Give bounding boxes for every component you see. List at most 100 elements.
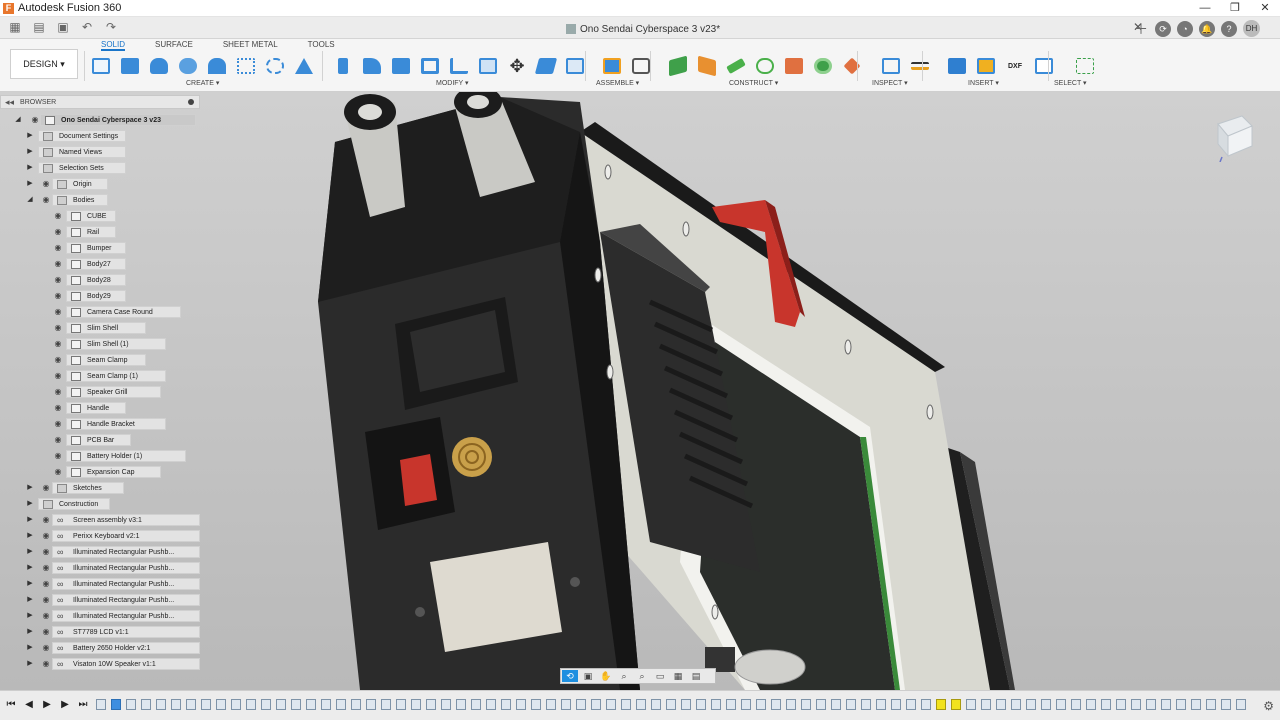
tree-component-4[interactable]: ▶ ◉ ∞ Illuminated Rectangular Pushb...: [0, 578, 200, 590]
display-settings-icon[interactable]: ▭: [652, 670, 668, 682]
new-tab-icon[interactable]: ＋: [1133, 21, 1149, 37]
job-status-icon[interactable]: ◔: [1177, 20, 1193, 37]
expand-arrow-icon[interactable]: ▶: [26, 164, 34, 172]
tree-root[interactable]: ◢ ◉ Ono Sendai Cyberspace 3 v23: [0, 114, 200, 126]
tree-item-label-chip[interactable]: ∞ Illuminated Rectangular Pushb...: [52, 610, 200, 622]
scale-icon[interactable]: [475, 55, 501, 77]
tree-item-label-chip[interactable]: Seam Clamp: [66, 354, 146, 366]
timeline-feature-icon[interactable]: [441, 699, 451, 710]
axis-icon[interactable]: [723, 55, 749, 77]
timeline-feature-icon[interactable]: [936, 699, 946, 710]
tree-component-0[interactable]: ▶ ◉ ∞ Screen assembly v3:1: [0, 514, 200, 526]
measure-icon[interactable]: [878, 55, 904, 77]
tree-body-1[interactable]: ◉ Rail: [0, 226, 200, 238]
tree-folder-origin[interactable]: ▶ ◉ Origin: [0, 178, 200, 190]
timeline-feature-icon[interactable]: [666, 699, 676, 710]
tree-folder-selection-sets[interactable]: ▶ Selection Sets: [0, 162, 200, 174]
tree-item-label-chip[interactable]: Camera Case Round: [66, 306, 181, 318]
visibility-eye-icon[interactable]: ◉: [30, 116, 40, 124]
visibility-eye-icon[interactable]: ◉: [41, 612, 51, 620]
tree-body-14[interactable]: ◉ PCB Bar: [0, 434, 200, 446]
tree-item-label-chip[interactable]: Rail: [66, 226, 116, 238]
visibility-eye-icon[interactable]: ◉: [41, 548, 51, 556]
timeline-feature-icon[interactable]: [426, 699, 436, 710]
tab-solid[interactable]: SOLID: [101, 39, 126, 51]
tree-item-label-chip[interactable]: Ono Sendai Cyberspace 3 v23: [40, 114, 196, 126]
timeline-feature-icon[interactable]: [171, 699, 181, 710]
tree-folder-sketches[interactable]: ▶ ◉ Sketches: [0, 482, 200, 494]
tree-body-12[interactable]: ◉ Handle: [0, 402, 200, 414]
tree-item-label-chip[interactable]: ∞ Battery 2650 Holder v2:1: [52, 642, 200, 654]
timeline-feature-icon[interactable]: [951, 699, 961, 710]
inspect-menu[interactable]: INSPECT ▾: [872, 79, 908, 87]
user-avatar[interactable]: DH: [1243, 20, 1260, 37]
visibility-eye-icon[interactable]: ◉: [41, 196, 51, 204]
grid-settings-icon[interactable]: ▦: [670, 670, 686, 682]
tab-sheet-metal[interactable]: SHEET METAL: [223, 39, 278, 51]
tree-component-3[interactable]: ▶ ◉ ∞ Illuminated Rectangular Pushb...: [0, 562, 200, 574]
timeline-feature-icon[interactable]: [276, 699, 286, 710]
tree-body-13[interactable]: ◉ Handle Bracket: [0, 418, 200, 430]
chamfer-icon[interactable]: [388, 55, 414, 77]
timeline-feature-icon[interactable]: [486, 699, 496, 710]
visibility-eye-icon[interactable]: ◉: [53, 452, 63, 460]
tree-item-label-chip[interactable]: ∞ Illuminated Rectangular Pushb...: [52, 562, 200, 574]
tree-folder-bodies[interactable]: ◢ ◉ Bodies: [0, 194, 200, 206]
expand-arrow-icon[interactable]: ▶: [26, 148, 34, 156]
visibility-eye-icon[interactable]: ◉: [53, 228, 63, 236]
expand-arrow-icon[interactable]: ▶: [26, 180, 34, 188]
tree-item-label-chip[interactable]: Bumper: [66, 242, 126, 254]
offset-plane-icon[interactable]: [665, 55, 691, 77]
timeline-feature-icon[interactable]: [846, 699, 856, 710]
tree-item-label-chip[interactable]: Construction: [38, 498, 110, 510]
visibility-eye-icon[interactable]: ◉: [41, 596, 51, 604]
timeline-feature-icon[interactable]: [246, 699, 256, 710]
tree-component-9[interactable]: ▶ ◉ ∞ Visaton 10W Speaker v1:1: [0, 658, 200, 670]
viewcube[interactable]: [1212, 112, 1256, 163]
timeline-feature-icon[interactable]: [1161, 699, 1171, 710]
zoom-icon[interactable]: ⌕: [616, 670, 632, 682]
visibility-eye-icon[interactable]: ◉: [53, 324, 63, 332]
orbit-icon[interactable]: ⟲: [562, 670, 578, 682]
tree-item-label-chip[interactable]: Seam Clamp (1): [66, 370, 166, 382]
timeline-feature-icon[interactable]: [726, 699, 736, 710]
timeline-feature-icon[interactable]: [906, 699, 916, 710]
tree-component-2[interactable]: ▶ ◉ ∞ Illuminated Rectangular Pushb...: [0, 546, 200, 558]
create-menu[interactable]: CREATE ▾: [186, 79, 219, 87]
timeline-feature-icon[interactable]: [741, 699, 751, 710]
timeline-feature-icon[interactable]: [351, 699, 361, 710]
timeline-feature-icon[interactable]: [621, 699, 631, 710]
timeline-feature-icon[interactable]: [126, 699, 136, 710]
timeline-feature-icon[interactable]: [1086, 699, 1096, 710]
restore-button[interactable]: ❐: [1220, 0, 1250, 17]
tree-body-8[interactable]: ◉ Slim Shell (1): [0, 338, 200, 350]
tree-item-label-chip[interactable]: Origin: [52, 178, 108, 190]
timeline-feature-icon[interactable]: [96, 699, 106, 710]
visibility-eye-icon[interactable]: ◉: [53, 276, 63, 284]
tree-component-6[interactable]: ▶ ◉ ∞ Illuminated Rectangular Pushb...: [0, 610, 200, 622]
timeline-feature-icon[interactable]: [1236, 699, 1246, 710]
timeline-feature-icon[interactable]: [411, 699, 421, 710]
tree-body-9[interactable]: ◉ Seam Clamp: [0, 354, 200, 366]
visibility-eye-icon[interactable]: ◉: [41, 532, 51, 540]
timeline-feature-icon[interactable]: [396, 699, 406, 710]
tree-item-label-chip[interactable]: Handle: [66, 402, 126, 414]
timeline-feature-icon[interactable]: [1191, 699, 1201, 710]
timeline-feature-icon[interactable]: [141, 699, 151, 710]
close-window-button[interactable]: ✕: [1250, 0, 1280, 17]
tree-body-10[interactable]: ◉ Seam Clamp (1): [0, 370, 200, 382]
timeline-feature-icon[interactable]: [1026, 699, 1036, 710]
tree-item-label-chip[interactable]: Selection Sets: [38, 162, 126, 174]
press-pull-icon[interactable]: [330, 55, 356, 77]
timeline-feature-icon[interactable]: [1221, 699, 1231, 710]
move-icon[interactable]: ✥: [504, 55, 530, 77]
sweep-icon[interactable]: [204, 55, 230, 77]
timeline-feature-icon[interactable]: [891, 699, 901, 710]
timeline-feature-icon[interactable]: [1206, 699, 1216, 710]
tree-body-4[interactable]: ◉ Body28: [0, 274, 200, 286]
tree-body-11[interactable]: ◉ Speaker Grill: [0, 386, 200, 398]
tree-item-label-chip[interactable]: Slim Shell (1): [66, 338, 166, 350]
timeline-feature-icon[interactable]: [861, 699, 871, 710]
visibility-eye-icon[interactable]: ◉: [53, 292, 63, 300]
timeline-feature-icon[interactable]: [801, 699, 811, 710]
